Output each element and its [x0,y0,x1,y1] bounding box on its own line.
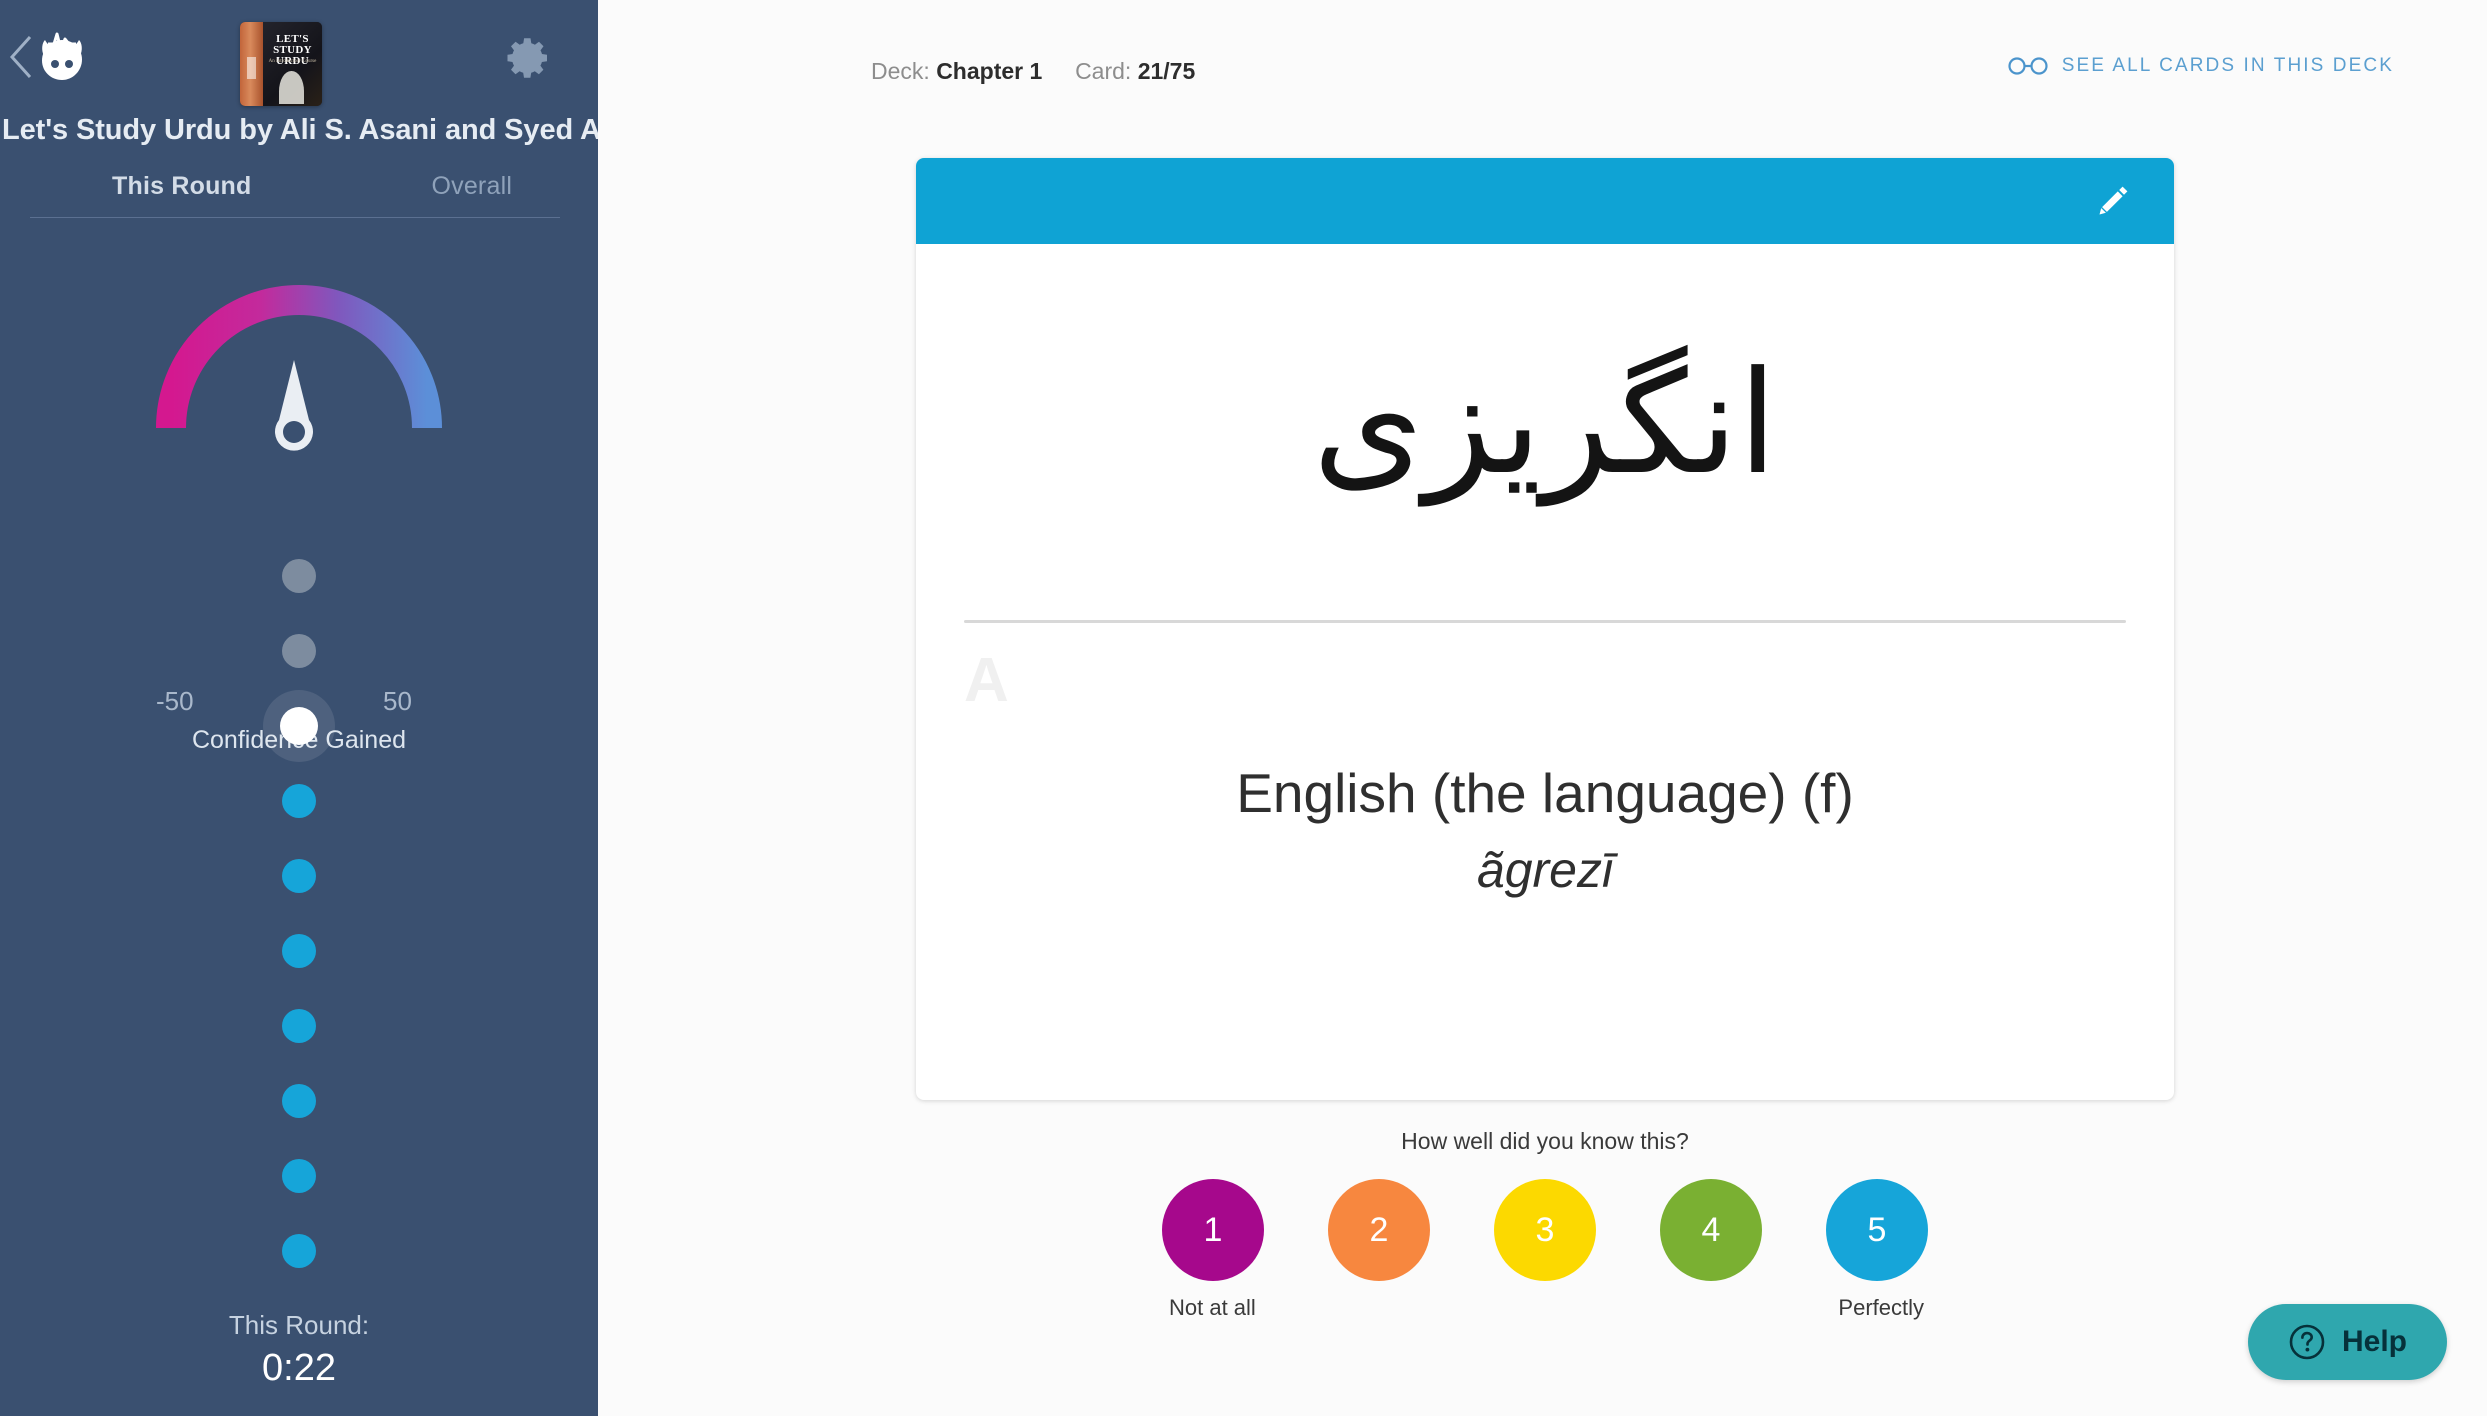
flashcard-topbar [916,158,2174,244]
progress-dots [0,538,598,1288]
rating-buttons: 1 2 3 4 5 [916,1179,2174,1281]
rating-button-2[interactable]: 2 [1328,1179,1430,1281]
card-prefix-label: Card: [1075,58,1132,84]
see-all-cards-label: See all cards in this deck [2061,55,2394,76]
card-divider [964,620,2126,623]
progress-dot-icon [282,1233,316,1268]
flashcard: انگریزی A English (the language) (f) ãgr… [916,158,2174,1100]
gear-icon[interactable] [505,34,553,82]
answer-transliteration-text: ãgrezī [1476,842,1614,899]
card-position-value: 21/75 [1137,58,1196,84]
deck-name-value: Chapter 1 [936,58,1043,84]
main-header: Deck: Chapter 1 Card: 21/75 See all card… [598,0,2487,100]
tab-this-round[interactable]: This Round [112,172,251,201]
rating-high-label: Perfectly [1838,1295,1924,1320]
flashcard-question: انگریزی [916,244,2174,628]
study-sidebar: LET'S STUDY URDU An Introductory Course … [0,0,612,1416]
progress-dot-icon [282,1158,316,1193]
rating-button-3[interactable]: 3 [1494,1179,1596,1281]
progress-dot-icon [282,558,316,593]
study-main: Deck: Chapter 1 Card: 21/75 See all card… [598,0,2487,1416]
progress-dot-item[interactable] [0,1063,598,1138]
sidebar-topbar: LET'S STUDY URDU An Introductory Course [0,0,598,110]
progress-dot-icon-current [280,706,318,745]
progress-dot-icon [282,1008,316,1043]
answer-main-text: English (the language) (f) [1236,762,1854,824]
confidence-gauge: -50 50 Confidence Gained [0,268,598,754]
rating-prompt: How well did you know this? [1401,1128,1689,1154]
rating-button-1[interactable]: 1 [1162,1179,1264,1281]
sidebar-tabs: This Round Overall [30,172,560,218]
round-timer-label: This Round: [228,1310,370,1340]
flashcard-answer: English (the language) (f) ãgrezī [916,758,2174,900]
help-button-label: Help [2341,1325,2407,1358]
deck-card-meta: Deck: Chapter 1 Card: 21/75 [871,58,1195,85]
tab-overall[interactable]: Overall [431,172,512,201]
progress-dot-item[interactable] [0,1138,598,1213]
question-mark-icon [2288,1323,2326,1361]
help-button[interactable]: Help [2247,1304,2447,1380]
flashcard-study-app: LET'S STUDY URDU An Introductory Course … [0,0,2487,1416]
progress-dot-item[interactable] [0,613,598,688]
progress-dot-item[interactable] [0,763,598,838]
deck-cover-thumbnail[interactable]: LET'S STUDY URDU An Introductory Course [240,22,322,106]
rating-captions: Not at all Perfectly [916,1295,2174,1325]
brainscape-logo-icon[interactable] [30,26,94,90]
deck-prefix-label: Deck: [871,58,930,84]
progress-dot-icon [282,633,316,668]
cover-spine [240,22,263,106]
cover-subtitle: An Introductory Course [268,58,317,64]
rating-low-label: Not at all [1169,1295,1256,1320]
pencil-edit-icon[interactable] [2092,180,2134,222]
cover-arch-graphic [279,70,304,105]
answer-side-marker: A [964,646,1009,715]
round-timer: This Round: 0:22 [0,1310,598,1390]
glasses-icon [2008,56,2048,76]
deck-title: Let's Study Urdu by Ali S. Asani and Sye… [2,114,612,146]
rating-button-4[interactable]: 4 [1660,1179,1762,1281]
rating-button-5[interactable]: 5 [1826,1179,1928,1281]
progress-dot-item[interactable] [0,1213,598,1288]
progress-dot-item[interactable] [0,838,598,913]
progress-dot-icon [282,783,316,818]
gauge-needle [275,360,313,451]
progress-dot-item[interactable] [0,913,598,988]
progress-dot-icon [282,1083,316,1118]
progress-dot-item[interactable] [0,988,598,1063]
progress-dot-item[interactable] [0,538,598,613]
see-all-cards-link[interactable]: See all cards in this deck [2008,55,2394,77]
progress-dot-item-current[interactable] [0,688,598,763]
progress-dot-icon [282,933,316,968]
progress-dot-icon [282,858,316,893]
question-text: انگریزی [1312,340,1778,506]
round-timer-value: 0:22 [262,1347,336,1389]
confidence-rating: How well did you know this? 1 2 3 4 5 No… [916,1128,2174,1325]
